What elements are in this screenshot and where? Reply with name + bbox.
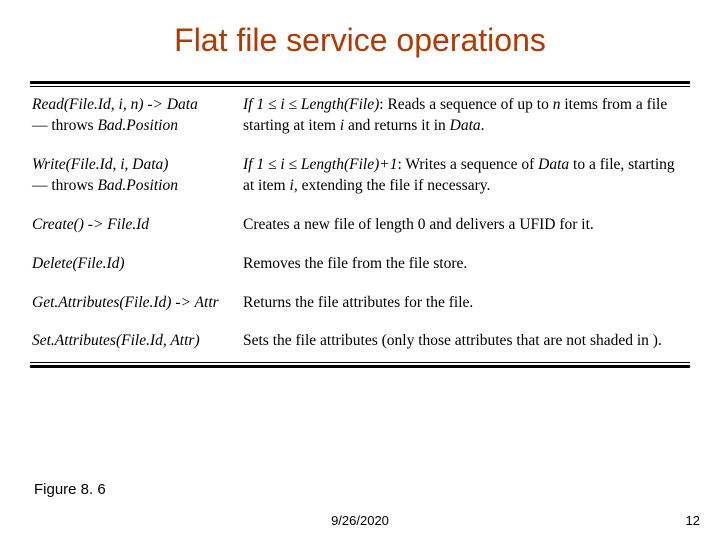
rule-top-thick [30,81,690,84]
footer-page-number: 12 [686,513,700,528]
operation-description: Returns the file attributes for the file… [241,285,690,324]
signature-text: Set.Attributes(File.Id, Attr) [32,332,200,349]
description-condition: If 1 ≤ i ≤ Length(File)+1 [243,156,397,173]
signature-text: Write(File.Id, i, Data) [32,156,168,173]
operation-signature: Create() -> File.Id [30,207,241,246]
table-row: Set.Attributes(File.Id, Attr) Sets the fi… [30,323,690,362]
operation-signature: Write(File.Id, i, Data) — throws Bad.Posi… [30,147,241,207]
rule-bottom-thick [30,365,690,368]
slide-title: Flat file service operations [30,22,690,59]
operation-description: Sets the file attributes (only those att… [241,323,690,362]
footer-date: 9/26/2020 [331,513,389,528]
operation-signature: Read(File.Id, i, n) -> Data — throws Bad.… [30,87,241,147]
description-condition: If 1 ≤ i ≤ Length(File) [243,96,379,113]
rule-bottom-thin [30,362,690,363]
operation-description: Removes the file from the file store. [241,246,690,285]
figure-label: Figure 8. 6 [34,481,106,498]
table-row: Get.Attributes(File.Id) -> Attr Returns t… [30,285,690,324]
signature-text: Delete(File.Id) [32,255,125,272]
throws-exception: Bad.Position [97,177,178,194]
throws-exception: Bad.Position [97,117,178,134]
table-row: Read(File.Id, i, n) -> Data — throws Bad.… [30,87,690,147]
description-text: Creates a new file of length 0 and deliv… [243,216,594,233]
operation-description: If 1 ≤ i ≤ Length(File): Reads a sequenc… [241,87,690,147]
operation-signature: Set.Attributes(File.Id, Attr) [30,323,241,362]
table-row: Delete(File.Id) Removes the file from the… [30,246,690,285]
operations-table: Read(File.Id, i, n) -> Data — throws Bad.… [30,87,690,362]
table-row: Create() -> File.Id Creates a new file of… [30,207,690,246]
signature-text: Get.Attributes(File.Id) -> Attr [32,294,219,311]
slide: Flat file service operations Read(File.I… [0,0,720,540]
operation-description: Creates a new file of length 0 and deliv… [241,207,690,246]
operation-signature: Delete(File.Id) [30,246,241,285]
table-row: Write(File.Id, i, Data) — throws Bad.Posi… [30,147,690,207]
description-text: Returns the file attributes for the file… [243,294,473,311]
signature-text: Read(File.Id, i, n) -> Data [32,96,198,113]
throws-clause: — throws Bad.Position [32,117,178,134]
description-text: Removes the file from the file store. [243,255,467,272]
signature-text: Create() -> File.Id [32,216,149,233]
throws-clause: — throws Bad.Position [32,177,178,194]
operation-signature: Get.Attributes(File.Id) -> Attr [30,285,241,324]
operation-description: If 1 ≤ i ≤ Length(File)+1: Writes a sequ… [241,147,690,207]
throws-prefix: — throws [32,177,94,194]
description-text: Sets the file attributes (only those att… [243,332,662,349]
throws-prefix: — throws [32,117,94,134]
